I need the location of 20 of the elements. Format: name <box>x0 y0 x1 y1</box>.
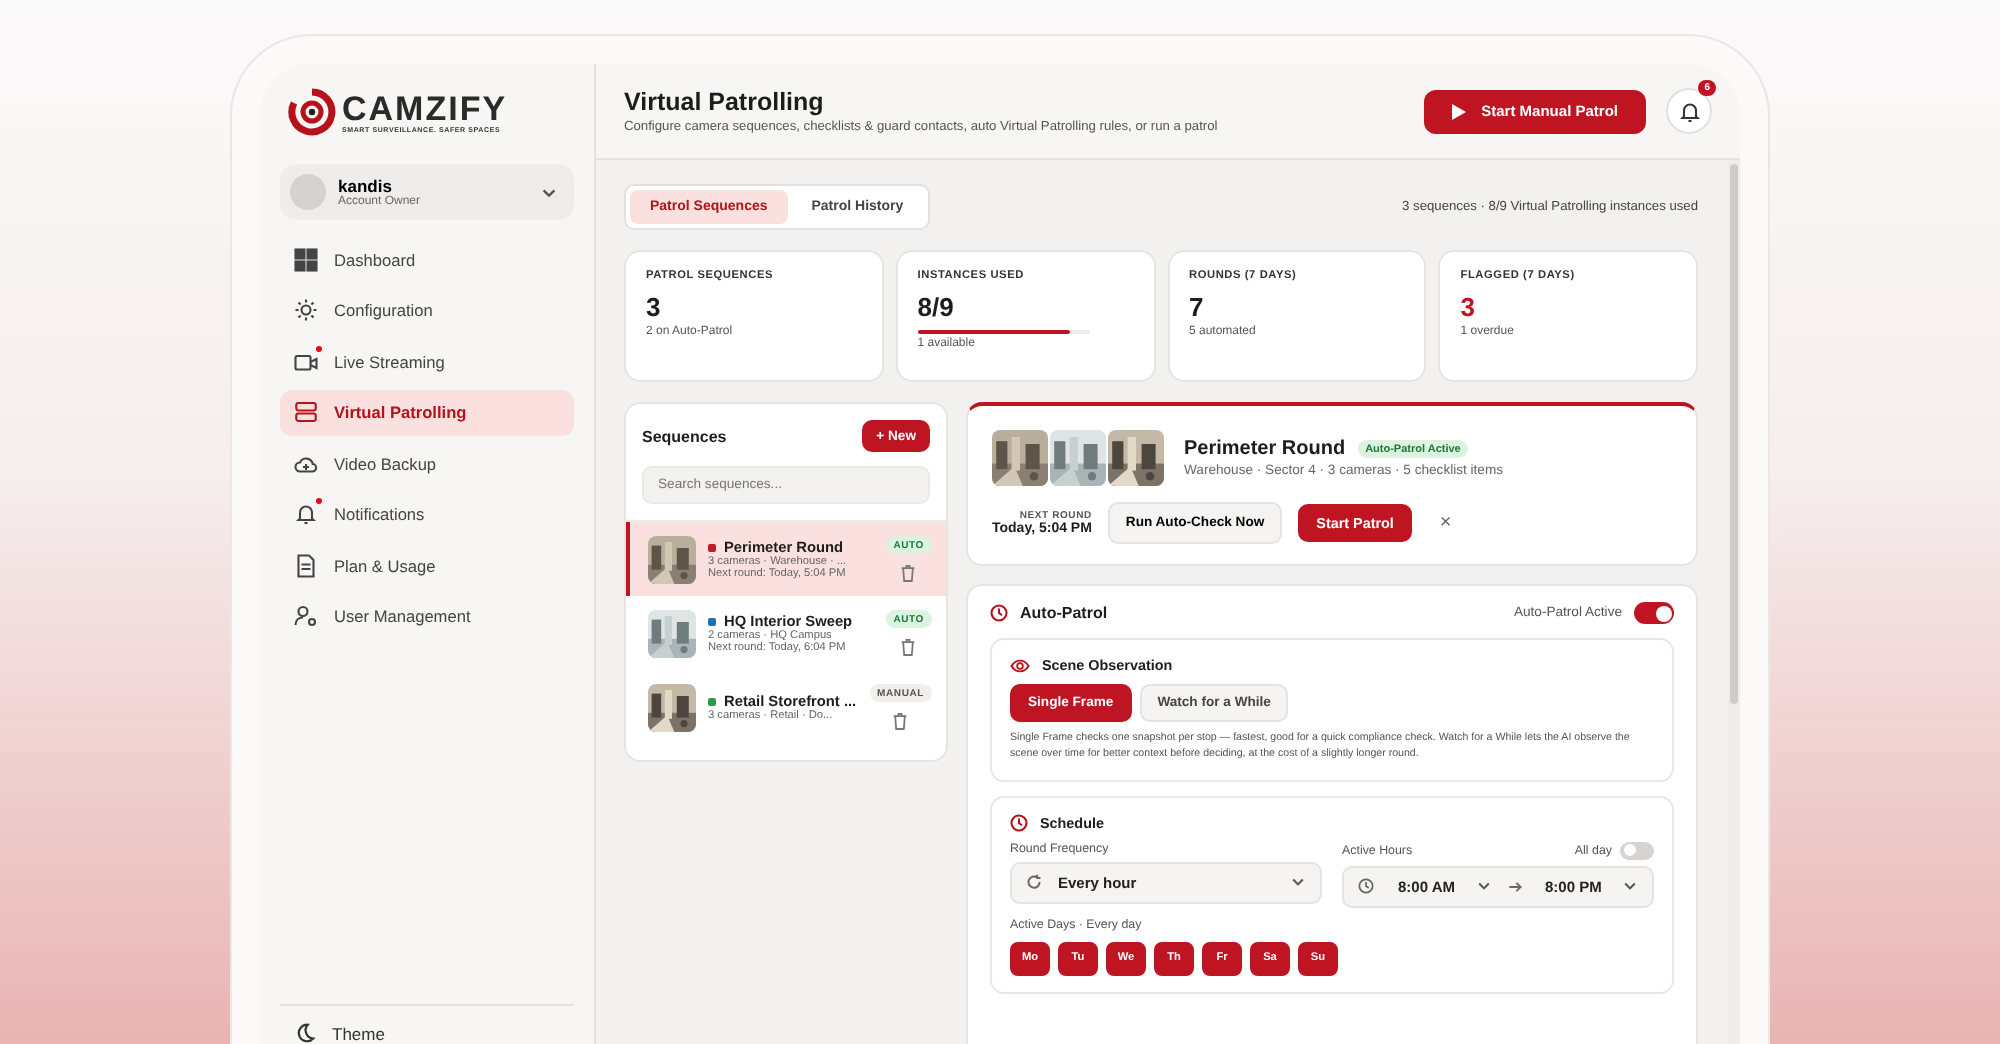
account-name: kandis <box>338 176 392 196</box>
nav-item[interactable]: Live Streaming <box>280 338 574 385</box>
nav-item[interactable]: Virtual Patrolling <box>280 389 574 436</box>
page-title: Virtual Patrolling <box>624 88 826 116</box>
close-button[interactable]: × <box>1427 512 1464 534</box>
brand-name: CAMZIFY <box>342 91 508 125</box>
stat-value: 3 <box>1460 292 1477 322</box>
nav-item[interactable]: User Management <box>280 593 574 640</box>
nav-item[interactable]: Plan & Usage <box>280 542 574 589</box>
nav-item[interactable]: Notifications <box>280 491 574 538</box>
nav-item[interactable]: Video Backup <box>280 440 574 487</box>
stat-value: 3 <box>646 292 663 322</box>
nav-item[interactable]: Configuration <box>280 287 574 334</box>
stat-value: 7 <box>1189 292 1206 322</box>
sequence-title: Perimeter Round <box>1184 438 1346 460</box>
stat-value: 8/9 <box>917 292 956 322</box>
nav-item[interactable]: Dashboard <box>280 236 574 283</box>
section-title: Auto-Patrol <box>1020 604 1108 622</box>
theme-label: Theme <box>332 1023 385 1043</box>
panel-title: Sequences <box>642 427 727 445</box>
